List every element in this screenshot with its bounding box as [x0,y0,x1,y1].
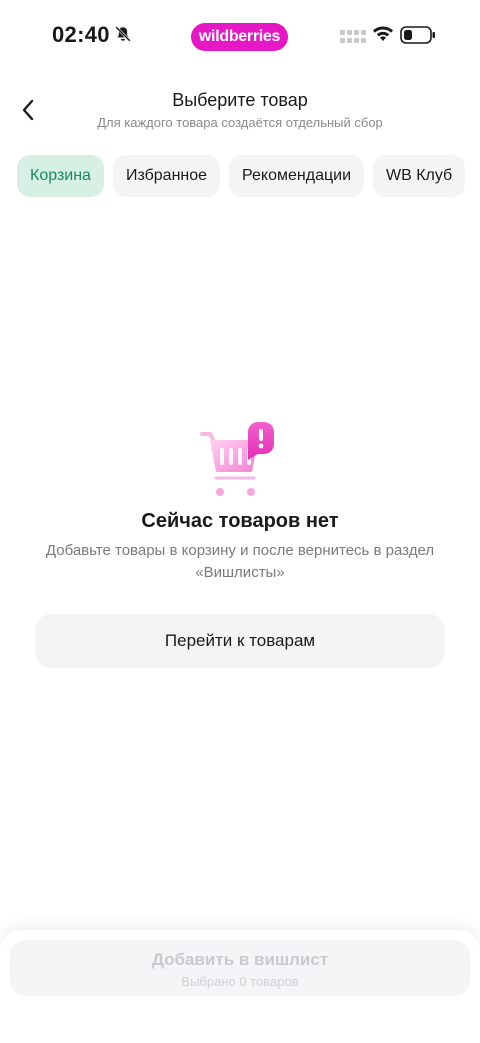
tab-label: Рекомендации [242,167,351,184]
tab-cart[interactable]: Корзина [17,155,104,197]
page-title: Выберите товар [172,90,308,110]
tab-label: Избранное [125,167,208,184]
go-to-products-label: Перейти к товарам [164,631,316,650]
bell-slash-icon [115,26,131,42]
signal-icon [340,30,366,43]
page-subtitle: Для каждого товара создаётся отдельный с… [97,115,383,130]
battery-icon [400,26,435,44]
empty-cart-icon [200,422,274,496]
tabs: Корзина Избранное Рекомендации WB Клуб [17,155,466,197]
status-bar: 02:40 wildberries [0,0,480,72]
tab-favorites[interactable]: Избранное [112,155,221,197]
tab-label: Корзина [30,167,91,184]
go-to-products-button[interactable]: Перейти к товарам [35,614,445,668]
wifi-icon [373,26,393,41]
add-to-wishlist-label: Добавить в вишлист [151,950,329,969]
brand-logo: wildberries [191,23,288,51]
selected-count: Выбрано 0 товаров [181,974,299,989]
empty-state-title: Сейчас товаров нет [141,510,339,532]
tab-recommendations[interactable]: Рекомендации [229,155,364,197]
empty-state-description: Добавьте товары в корзину и после вернит… [45,542,435,581]
status-time: 02:40 [52,22,110,47]
add-to-wishlist-button[interactable]: Добавить в вишлист Выбрано 0 товаров [10,940,470,996]
tab-label: WB Клуб [386,167,453,184]
header: Выберите товар Для каждого товара создаё… [0,80,480,144]
bottom-panel: Добавить в вишлист Выбрано 0 товаров [0,930,480,1043]
tab-wb-club[interactable]: WB Клуб [373,155,466,197]
